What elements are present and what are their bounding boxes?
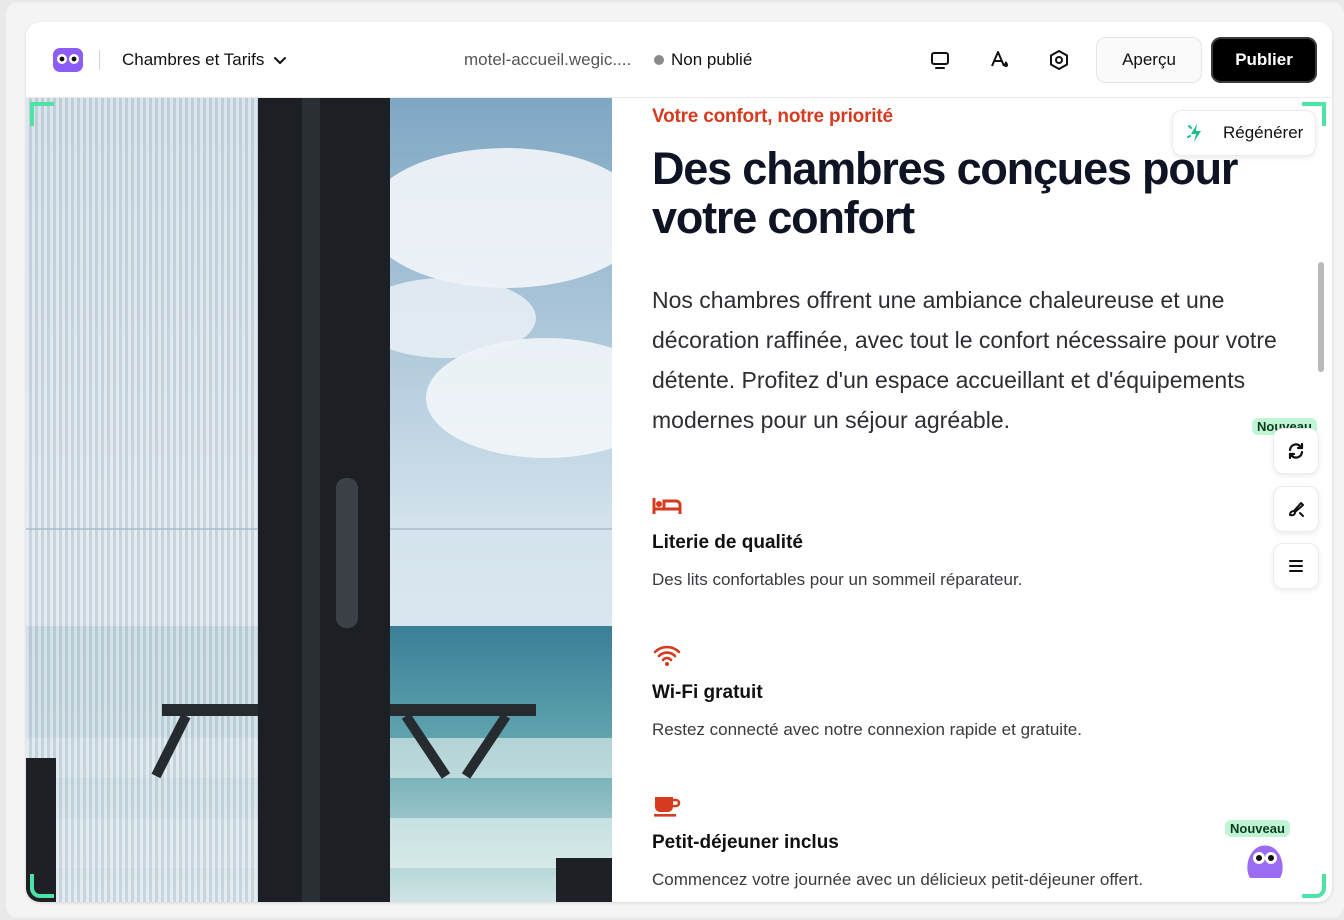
settings-button[interactable] — [1043, 44, 1075, 76]
publish-status: Non publié — [654, 50, 752, 70]
feature-description[interactable]: Restez connecté avec notre connexion rap… — [652, 720, 1082, 740]
feature-description[interactable]: Des lits confortables pour un sommeil ré… — [652, 570, 1022, 590]
mascot-icon — [1247, 845, 1283, 878]
settings-icon — [1050, 50, 1068, 70]
scrollbar[interactable] — [1318, 262, 1324, 372]
font-color-icon — [991, 51, 1008, 67]
content-column: Votre confort, notre priorité Des chambr… — [652, 98, 1312, 902]
monitor-icon — [931, 52, 949, 69]
swap-layout-button[interactable] — [1273, 428, 1319, 474]
publish-button[interactable]: Publier — [1211, 37, 1317, 83]
section-headline[interactable]: Des chambres conçues pour votre confort — [652, 144, 1292, 242]
preview-button[interactable]: Aperçu — [1096, 37, 1202, 83]
header-divider — [99, 50, 100, 70]
page-canvas: Votre confort, notre priorité Des chambr… — [26, 98, 1332, 902]
feature-title[interactable]: Wi-Fi gratuit — [652, 682, 763, 704]
section-lead[interactable]: Nos chambres offrent une ambiance chaleu… — [652, 280, 1282, 440]
edit-style-button[interactable] — [1273, 486, 1319, 532]
brush-icon — [1289, 502, 1304, 517]
app-logo[interactable] — [52, 46, 84, 74]
page-selector-label: Chambres et Tarifs — [122, 50, 265, 69]
site-url[interactable]: motel-accueil.wegic.... — [464, 50, 631, 70]
sparkle-icon — [1187, 124, 1201, 142]
new-badge-mascot: Nouveau — [1225, 820, 1290, 837]
chevron-down-icon — [274, 57, 287, 64]
regenerate-label: Régénérer — [1223, 123, 1304, 142]
bed-icon — [652, 494, 682, 518]
section-eyebrow[interactable]: Votre confort, notre priorité — [652, 106, 893, 128]
hero-photo — [26, 98, 612, 902]
assistant-mascot[interactable] — [1242, 838, 1288, 882]
menu-icon — [1289, 560, 1303, 572]
selection-corner — [30, 874, 54, 898]
selection-corner — [1302, 874, 1326, 898]
device-preview-button[interactable] — [924, 44, 956, 76]
top-bar: Chambres et Tarifs motel-accueil.wegic..… — [26, 22, 1332, 98]
status-label: Non publié — [671, 50, 753, 69]
feature-title[interactable]: Literie de qualité — [652, 532, 803, 554]
selection-corner — [30, 102, 54, 126]
regenerate-button[interactable]: Régénérer — [1172, 110, 1316, 156]
feature-description[interactable]: Commencez votre journée avec un délicieu… — [652, 870, 1143, 890]
wifi-icon — [652, 644, 682, 668]
app-window: Chambres et Tarifs motel-accueil.wegic..… — [26, 22, 1332, 902]
sections-menu-button[interactable] — [1273, 543, 1319, 589]
page-selector-dropdown[interactable]: Chambres et Tarifs — [122, 44, 288, 76]
coffee-cup-icon — [652, 794, 682, 818]
theme-style-button[interactable] — [984, 44, 1016, 76]
feature-title[interactable]: Petit-déjeuner inclus — [652, 832, 839, 854]
status-dot-icon — [654, 55, 664, 65]
refresh-icon — [1288, 442, 1304, 460]
